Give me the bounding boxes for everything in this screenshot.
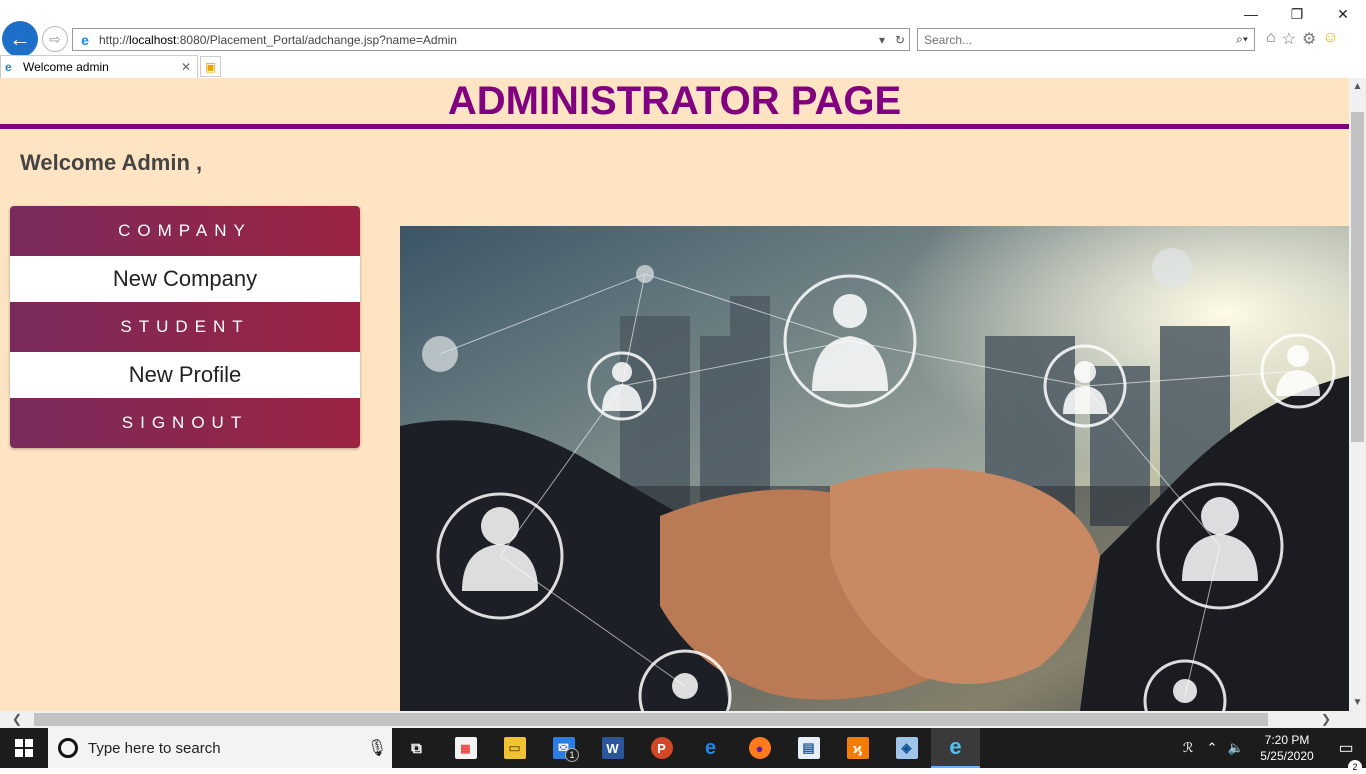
firefox-icon: ● [748,737,771,759]
url-host: localhost [129,32,177,47]
handshake-network-illustration [400,226,1349,711]
scroll-down-icon[interactable]: ▼ [1349,694,1366,711]
home-icon[interactable]: ⌂ [1266,29,1276,49]
page-viewport: ADMINISTRATOR PAGE Welcome Admin , COMPA… [0,78,1349,711]
browser-search-box[interactable]: ⌕▾ [917,28,1255,51]
task-view-icon: ⧉ [411,739,422,757]
volume-icon[interactable]: 🔈 [1224,740,1248,756]
powerpoint-icon: P [650,737,673,759]
scroll-up-icon[interactable]: ▲ [1349,78,1366,95]
file-explorer-button[interactable]: ▭ [490,728,539,768]
clock-time: 7:20 PM [1264,733,1310,747]
window-controls: — ❐ ✕ [1228,0,1366,28]
internet-explorer-icon: e [949,734,962,759]
scroll-left-icon[interactable]: ❮ [12,712,22,726]
forward-button[interactable]: ⇨ [42,26,68,52]
app-button[interactable]: ▤ [784,728,833,768]
scroll-right-icon[interactable]: ❯ [1321,712,1331,726]
refresh-icon[interactable]: ↻ [891,33,909,47]
notification-badge: 2 [1348,760,1362,774]
address-bar[interactable]: e http://localhost:8080/Placement_Portal… [72,28,910,51]
powerpoint-button[interactable]: P [637,728,686,768]
new-tab-icon: ▣ [204,59,217,74]
store-icon: ▦ [454,737,477,759]
xampp-button[interactable]: ϗ [833,728,882,768]
scrollbar-corner [1349,711,1366,728]
taskbar-search-placeholder: Type here to search [88,739,221,757]
admin-menu: COMPANY New Company STUDENT New Profile … [10,206,360,448]
tab-title: Welcome admin [23,60,109,74]
task-view-button[interactable]: ⧉ [392,728,441,768]
menu-header-signout[interactable]: SIGNOUT [10,398,360,448]
page-title: ADMINISTRATOR PAGE [447,79,902,123]
new-tab-button[interactable]: ▣ [200,56,221,77]
welcome-message: Welcome Admin , [20,150,203,175]
menu-link-new-company[interactable]: New Company [10,256,360,302]
vertical-scrollbar[interactable]: ▲ ▼ [1349,78,1366,711]
mail-button[interactable]: ✉ 1 [539,728,588,768]
virtualbox-button[interactable]: ◈ [882,728,931,768]
internet-explorer-icon: e [81,31,89,48]
hero-image [400,226,1349,711]
taskbar-search-box[interactable]: Type here to search 🎙 [48,728,392,768]
cortana-icon [58,738,78,758]
clock-date: 5/25/2020 [1260,749,1314,763]
url-text[interactable]: http://localhost:8080/Placement_Portal/a… [99,33,873,47]
browser-search-input[interactable] [924,32,1230,47]
file-explorer-icon: ▭ [503,737,526,759]
people-icon[interactable]: ℛ [1176,740,1200,756]
horizontal-scroll-thumb[interactable] [34,713,1268,726]
search-icon[interactable]: ⌕▾ [1230,32,1254,47]
close-button[interactable]: ✕ [1320,0,1366,28]
smiley-feedback-icon[interactable]: ☺ [1322,29,1338,49]
firefox-button[interactable]: ● [735,728,784,768]
url-prefix: http:// [99,32,130,47]
taskbar-apps: ⧉ ▦ ▭ ✉ 1 W P e ● ▤ ϗ ◈ e [392,728,980,768]
internet-explorer-button[interactable]: e [931,728,980,768]
toolbar-icons: ⌂ ☆ ⚙ ☺ [1266,29,1339,49]
edge-button[interactable]: e [686,728,735,768]
microphone-icon[interactable]: 🎙 [362,738,392,758]
settings-gear-icon[interactable]: ⚙ [1302,29,1316,49]
menu-header-company[interactable]: COMPANY [10,206,360,256]
url-rest: :8080/Placement_Portal/adchange.jsp?name… [176,32,457,47]
clock[interactable]: 7:20 PM 5/25/2020 [1248,732,1326,764]
windows-taskbar: Type here to search 🎙 ⧉ ▦ ▭ ✉ 1 W P e ● ▤… [0,728,1366,774]
dropdown-arrow-icon[interactable]: ▾ [873,33,891,47]
tab-close-icon[interactable]: ✕ [181,60,197,74]
minimize-button[interactable]: — [1228,0,1274,28]
app-icon: ▤ [797,737,820,759]
internet-explorer-icon: e [5,60,12,74]
edge-icon: e [704,736,717,759]
favorites-star-icon[interactable]: ☆ [1282,29,1296,49]
title-divider [0,124,1349,129]
browser-chrome: — ❐ ✕ ← ⇨ e http://localhost:8080/Placem… [0,0,1366,78]
chevron-up-icon[interactable]: ⌃ [1200,740,1224,756]
restore-button[interactable]: ❐ [1274,0,1320,28]
vertical-scroll-thumb[interactable] [1351,112,1364,442]
start-button[interactable] [0,728,48,768]
word-button[interactable]: W [588,728,637,768]
windows-logo-icon [15,739,33,757]
mail-badge: 1 [565,748,579,762]
back-arrow-icon: ← [9,26,31,51]
word-icon: W [601,737,624,759]
menu-link-new-profile[interactable]: New Profile [10,352,360,398]
notification-center-button[interactable]: ▭ 2 [1326,738,1366,774]
horizontal-scrollbar[interactable]: ❮ ❯ [0,711,1349,728]
system-tray: ℛ ⌃ 🔈 7:20 PM 5/25/2020 ▭ 2 [1176,728,1366,774]
menu-header-student[interactable]: STUDENT [10,302,360,352]
store-button[interactable]: ▦ [441,728,490,768]
forward-arrow-icon: ⇨ [49,30,61,47]
xampp-icon: ϗ [846,737,869,759]
browser-tab[interactable]: e Welcome admin ✕ [0,55,198,78]
virtualbox-icon: ◈ [895,737,918,759]
notification-icon: ▭ [1338,740,1354,757]
back-button[interactable]: ← [2,21,38,57]
